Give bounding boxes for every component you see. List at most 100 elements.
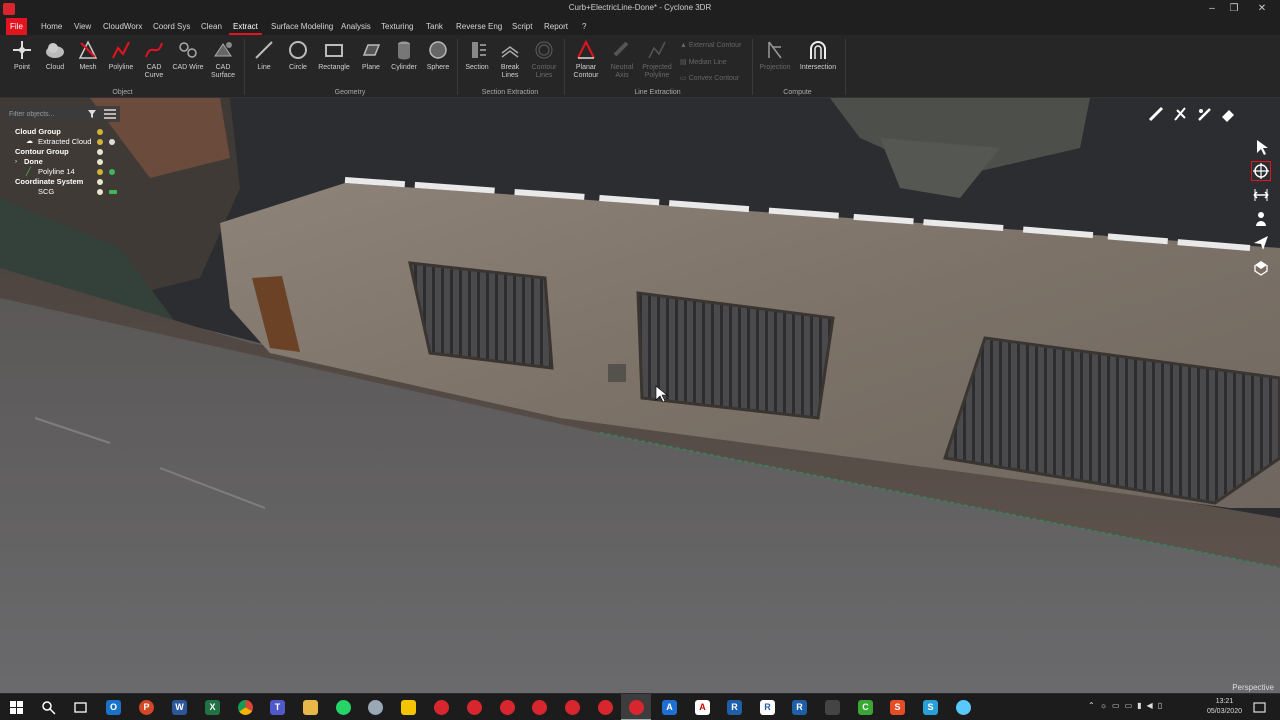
point-button[interactable]: Point (4, 39, 40, 87)
windows-start-icon[interactable] (9, 700, 24, 715)
projected-polyline-button[interactable]: Projected Polyline (639, 39, 675, 87)
cad-wire-button[interactable]: CAD Wire (170, 39, 206, 87)
sphere-button[interactable]: Sphere (420, 39, 456, 87)
tree-item-scg[interactable]: SCG (5, 187, 120, 197)
task-view-icon[interactable] (73, 700, 88, 715)
projection-button[interactable]: Projection (757, 39, 793, 87)
orbit-icon[interactable] (1251, 161, 1271, 181)
color-mode-icon[interactable] (109, 169, 115, 175)
cylinder-button[interactable]: Cylinder (386, 39, 422, 87)
menu-extract[interactable]: Extract (229, 18, 262, 35)
menu-clean[interactable]: Clean (197, 18, 226, 35)
axis-icon[interactable] (109, 190, 117, 194)
measure-icon[interactable] (1148, 106, 1164, 122)
app-icon[interactable] (825, 700, 840, 715)
menu-tank[interactable]: Tank (422, 18, 447, 35)
intersection-button[interactable]: Intersection (796, 39, 840, 87)
whatsapp-icon[interactable] (336, 700, 351, 715)
contour-lines-button[interactable]: Contour Lines (526, 39, 562, 87)
tree-item-coordinate-system[interactable]: Coordinate System (5, 177, 120, 187)
menu-coord-sys[interactable]: Coord Sys (149, 18, 194, 35)
plane-button[interactable]: Plane (353, 39, 389, 87)
pan-icon[interactable] (1252, 186, 1270, 204)
visibility-bulb-icon[interactable] (97, 179, 103, 185)
powerpoint-icon[interactable]: P (139, 700, 154, 715)
excel-icon[interactable]: X (205, 700, 220, 715)
visibility-bulb-icon[interactable] (97, 129, 103, 135)
cyclone-window-icon[interactable] (532, 700, 547, 715)
revit-icon[interactable]: R (760, 700, 775, 715)
teams-icon[interactable]: T (270, 700, 285, 715)
file-explorer-icon[interactable] (303, 700, 318, 715)
cad-curve-button[interactable]: CAD Curve (136, 39, 172, 87)
menu-report[interactable]: Report (540, 18, 572, 35)
median-line-item[interactable]: ▤ Median Line (680, 58, 727, 66)
walk-icon[interactable] (1252, 210, 1270, 228)
fly-icon[interactable] (1252, 234, 1270, 252)
word-icon[interactable]: W (172, 700, 187, 715)
line-button[interactable]: Line (246, 39, 282, 87)
planar-contour-button[interactable]: Planar Contour (568, 39, 604, 87)
visibility-bulb-icon[interactable] (97, 169, 103, 175)
system-tray-icons[interactable]: ⌃☼▭▭▮◀▯ (1088, 701, 1167, 710)
revit-icon[interactable]: R (792, 700, 807, 715)
filter-icon[interactable] (87, 109, 97, 119)
minimize-button[interactable]: – (1202, 1, 1222, 17)
menu-view[interactable]: View (70, 18, 95, 35)
visibility-bulb-icon[interactable] (97, 189, 103, 195)
app-icon[interactable]: S (890, 700, 905, 715)
search-icon[interactable] (41, 700, 56, 715)
tree-item-cloud-group[interactable]: Cloud Group (5, 127, 120, 137)
menu-script[interactable]: Script (508, 18, 536, 35)
autocad-icon[interactable]: A (695, 700, 710, 715)
chrome-icon[interactable] (238, 700, 253, 715)
menu-analysis[interactable]: Analysis (337, 18, 375, 35)
cyclone-active-window-icon[interactable] (629, 700, 644, 715)
break-lines-button[interactable]: Break Lines (492, 39, 528, 87)
eraser-icon[interactable] (1220, 106, 1236, 122)
tree-item-done[interactable]: › Done (5, 157, 120, 167)
menu-reverse-eng[interactable]: Reverse Eng (452, 18, 506, 35)
revit-icon[interactable]: R (727, 700, 742, 715)
cyclone-window-icon[interactable] (500, 700, 515, 715)
tree-item-extracted-cloud[interactable]: ☁ Extracted Cloud (5, 137, 120, 147)
circle-button[interactable]: Circle (280, 39, 316, 87)
menu-icon[interactable] (104, 109, 116, 119)
cad-surface-button[interactable]: CAD Surface (205, 39, 241, 87)
filter-objects-input[interactable] (5, 106, 83, 122)
cloud-button[interactable]: Cloud (37, 39, 73, 87)
select-cursor-icon[interactable] (1252, 138, 1270, 156)
maximize-button[interactable]: ❐ (1224, 1, 1244, 17)
app-icon[interactable]: C (858, 700, 873, 715)
notification-icon[interactable] (1252, 700, 1267, 715)
rectangle-button[interactable]: Rectangle (316, 39, 352, 87)
menu-surface-modeling[interactable]: Surface Modeling (267, 18, 337, 35)
visibility-bulb-icon[interactable] (97, 149, 103, 155)
app-icon[interactable] (368, 700, 383, 715)
sticky-notes-icon[interactable] (401, 700, 416, 715)
pencil-icon[interactable] (1196, 106, 1212, 122)
menu-help[interactable]: ? (578, 18, 590, 35)
close-button[interactable]: ✕ (1252, 1, 1272, 17)
convex-contour-item[interactable]: ▭ Convex Contour (680, 74, 739, 82)
cyclone-window-icon[interactable] (565, 700, 580, 715)
polyline-button[interactable]: Polyline (103, 39, 139, 87)
visibility-bulb-icon[interactable] (97, 159, 103, 165)
cyclone-window-icon[interactable] (434, 700, 449, 715)
menu-cloudworx[interactable]: CloudWorx (99, 18, 146, 35)
tree-item-polyline-14[interactable]: ╱ Polyline 14 (5, 167, 120, 177)
clock[interactable]: 13:21 05/03/2020 (1207, 697, 1242, 717)
cyclone-window-icon[interactable] (467, 700, 482, 715)
menu-home[interactable]: Home (37, 18, 66, 35)
outlook-icon[interactable]: O (106, 700, 121, 715)
clipping-box-icon[interactable] (1252, 258, 1270, 276)
app-icon[interactable]: A (662, 700, 677, 715)
3d-viewport[interactable]: Cloud Group ☁ Extracted Cloud Contour Gr… (0, 98, 1280, 693)
cyclone-window-icon[interactable] (598, 700, 613, 715)
neutral-axis-button[interactable]: Neutral Axis (604, 39, 640, 87)
section-button[interactable]: Section (459, 39, 495, 87)
pick-icon[interactable] (1172, 106, 1188, 122)
external-contour-item[interactable]: ▲ External Contour (680, 42, 741, 49)
chevron-right-icon[interactable]: › (15, 157, 17, 167)
app-icon[interactable] (956, 700, 971, 715)
